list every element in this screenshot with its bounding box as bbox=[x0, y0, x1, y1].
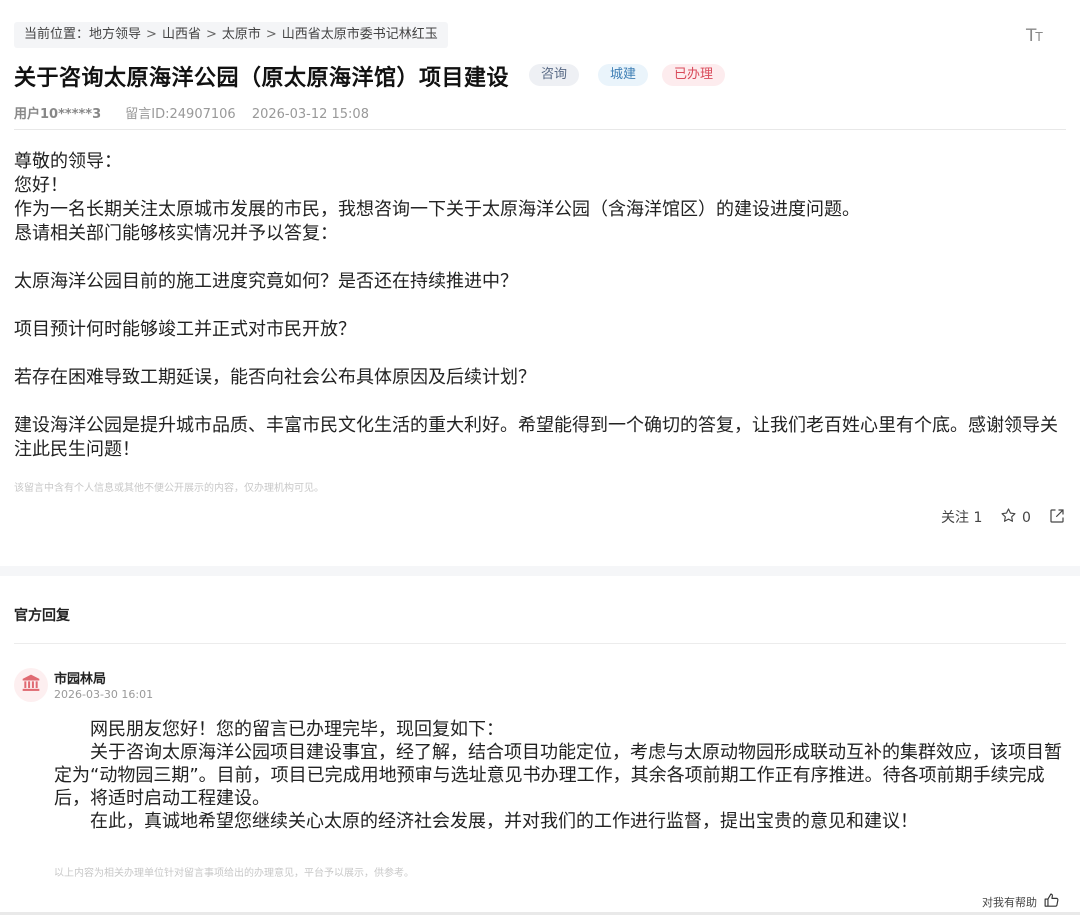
follow-button[interactable]: 关注 1 bbox=[941, 507, 982, 527]
tag-urban-construction[interactable]: 城建 bbox=[598, 64, 649, 86]
reply-paragraph: 关于咨询太原海洋公园项目建设事宜，经了解，结合项目功能定位，考虑与太原动物园形成… bbox=[54, 742, 1062, 809]
message-title: 关于咨询太原海洋公园（原太原海洋馆）项目建设 bbox=[14, 66, 510, 91]
star-icon bbox=[1000, 507, 1017, 528]
department-name: 市园林局 bbox=[54, 672, 107, 687]
breadcrumb: 当前位置：地方领导 > 山西省 > 太原市 > 山西省太原市委书记林红玉 bbox=[14, 22, 448, 48]
message-meta: 用户10*****3 留言ID:24907106 2026-03-12 15:0… bbox=[14, 103, 369, 122]
section-separator bbox=[0, 566, 1080, 576]
share-button[interactable] bbox=[1048, 507, 1066, 529]
font-size-icon-small: T bbox=[1035, 30, 1042, 44]
font-size-icon-large: T bbox=[1026, 26, 1036, 46]
reply-paragraph: 网民朋友您好！您的留言已办理完毕，现回复如下： bbox=[90, 719, 504, 740]
message-datetime: 2026-03-12 15:08 bbox=[251, 107, 369, 122]
breadcrumb-item-taiyuan[interactable]: 太原市 bbox=[222, 22, 261, 48]
divider bbox=[14, 129, 1066, 130]
follow-label: 关注 bbox=[941, 510, 969, 526]
breadcrumb-separator: > bbox=[146, 27, 157, 42]
body-line: 作为一名长期关注太原城市发展的市民，我想咨询一下关于太原海洋公园（含海洋馆区）的… bbox=[14, 199, 860, 220]
breadcrumb-item-shanxi[interactable]: 山西省 bbox=[162, 22, 201, 48]
reply-paragraph: 在此，真诚地希望您继续关心太原的经济社会发展，并对我们的工作进行监督，提出宝贵的… bbox=[90, 811, 918, 832]
body-line: 恳请相关部门能够核实情况并予以答复： bbox=[14, 223, 338, 244]
body-line: 您好！ bbox=[14, 175, 68, 196]
reply-datetime: 2026-03-30 16:01 bbox=[54, 688, 154, 701]
breadcrumb-item-party-secretary[interactable]: 山西省太原市委书记林红玉 bbox=[282, 22, 438, 48]
body-line: 太原海洋公园目前的施工进度究竟如何？是否还在持续推进中？ bbox=[14, 271, 518, 292]
star-button[interactable]: 0 bbox=[1000, 507, 1031, 528]
helpful-button[interactable]: 对我有帮助 bbox=[982, 892, 1060, 912]
body-line: 项目预计何时能够竣工并正式对市民开放？ bbox=[14, 319, 356, 340]
reply-body: 网民朋友您好！您的留言已办理完毕，现回复如下： 关于咨询太原海洋公园项目建设事宜… bbox=[54, 718, 1070, 833]
breadcrumb-separator: > bbox=[265, 27, 277, 42]
status-badge: 已办理 bbox=[662, 64, 726, 86]
reply-heading: 官方回复 bbox=[14, 608, 70, 624]
breadcrumb-separator: > bbox=[205, 27, 217, 42]
font-size-icon[interactable]: TT bbox=[1026, 26, 1043, 46]
thumbs-up-icon bbox=[1043, 892, 1060, 912]
privacy-note: 该留言中含有个人信息或其他不便公开展示的内容，仅办理机构可见。 bbox=[14, 483, 324, 494]
share-icon bbox=[1048, 509, 1066, 529]
body-line: 尊敬的领导： bbox=[14, 151, 122, 172]
star-count: 0 bbox=[1022, 509, 1031, 526]
body-line: 若存在困难导致工期延误，能否向社会公布具体原因及后续计划？ bbox=[14, 367, 536, 388]
helpful-label: 对我有帮助 bbox=[982, 896, 1037, 909]
department-avatar bbox=[14, 668, 48, 702]
tag-consult[interactable]: 咨询 bbox=[529, 64, 580, 86]
message-id: 留言ID:24907106 bbox=[125, 107, 236, 122]
follow-count: 1 bbox=[973, 510, 983, 526]
reply-note: 以上内容为相关办理单位针对留言事项给出的办理意见，平台予以展示，供参考。 bbox=[54, 868, 414, 879]
message-body: 尊敬的领导： 您好！ 作为一名长期关注太原城市发展的市民，我想咨询一下关于太原海… bbox=[14, 150, 1070, 462]
government-building-icon bbox=[21, 673, 41, 697]
breadcrumb-item-local-leaders[interactable]: 地方领导 bbox=[89, 22, 141, 48]
body-line: 建设海洋公园是提升城市品质、丰富市民文化生活的重大利好。希望能得到一个确切的答复… bbox=[14, 415, 1058, 460]
user-name: 用户10*****3 bbox=[14, 107, 102, 122]
breadcrumb-prefix: 当前位置： bbox=[24, 27, 90, 42]
divider bbox=[14, 643, 1066, 644]
